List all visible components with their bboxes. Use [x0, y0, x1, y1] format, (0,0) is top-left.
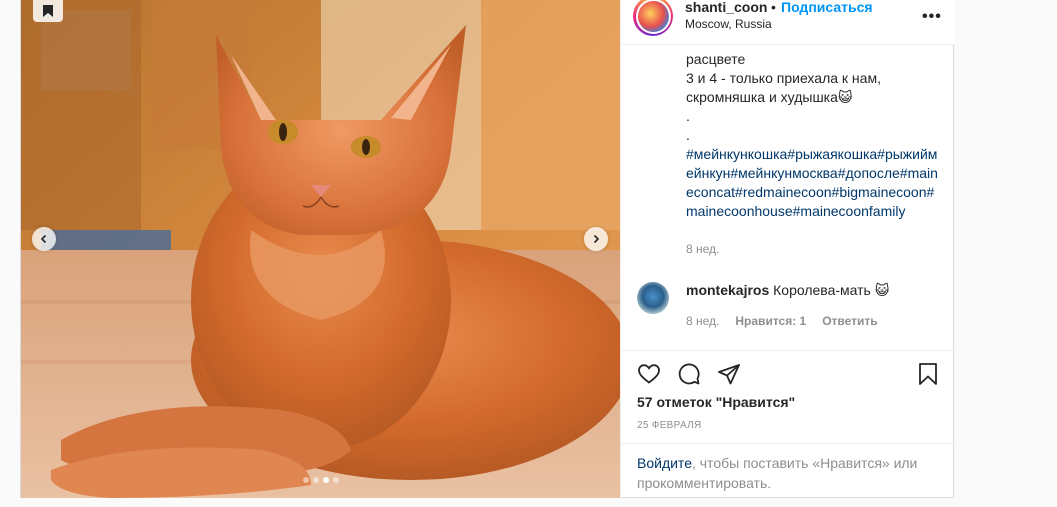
author-avatar[interactable] — [633, 0, 673, 36]
comment-icon — [678, 363, 700, 385]
comment-meta: 8 нед. Нравится: 1 Ответить — [686, 314, 878, 328]
share-icon — [718, 364, 740, 385]
separator-dot: • — [771, 0, 776, 15]
like-button[interactable] — [637, 362, 663, 388]
comment-button[interactable] — [677, 362, 703, 388]
login-prompt: Войдите, чтобы поставить «Нравится» или … — [621, 443, 955, 498]
carousel-dot-active — [323, 477, 329, 483]
reply-button[interactable]: Ответить — [822, 314, 877, 328]
post-photo[interactable] — [21, 0, 620, 498]
commenter-avatar[interactable] — [637, 282, 669, 314]
caption-line: скромняшка и худышка😺 — [686, 89, 853, 105]
carousel-dot — [303, 477, 309, 483]
action-bar — [621, 350, 955, 394]
post-side-panel: shanti_coon • Подписаться Moscow, Russia… — [620, 0, 955, 498]
bookmark-badge-icon — [43, 5, 53, 17]
comment-likes[interactable]: Нравится: 1 — [735, 314, 806, 328]
login-link[interactable]: Войдите — [637, 455, 692, 471]
comment: montekajros Королева-мать 😺 — [686, 282, 889, 299]
post-container: shanti_coon • Подписаться Moscow, Russia… — [20, 0, 955, 498]
more-icon: ••• — [922, 8, 942, 25]
chevron-left-icon — [40, 234, 47, 244]
caption-line: расцвете — [686, 51, 746, 67]
caption-line: . — [686, 108, 690, 124]
caption-line: 3 и 4 - только приехала к нам, — [686, 70, 881, 86]
post-location[interactable]: Moscow, Russia — [685, 17, 772, 31]
carousel-dot — [313, 477, 319, 483]
comment-timestamp: 8 нед. — [686, 314, 720, 328]
saved-badge — [33, 0, 63, 22]
caption-hashtags[interactable]: #мейнкункошка#рыжаякошка#рыжиймейнкун#ме… — [686, 145, 942, 221]
carousel-indicator — [303, 477, 339, 483]
more-options-button[interactable]: ••• — [922, 8, 942, 26]
follow-button[interactable]: Подписаться — [781, 0, 873, 15]
comment-username[interactable]: montekajros — [686, 282, 769, 298]
likes-count[interactable]: 57 отметок "Нравится" — [637, 394, 795, 410]
share-button[interactable] — [717, 362, 743, 388]
caption-timestamp: 8 нед. — [686, 242, 720, 256]
post-caption: расцвете 3 и 4 - только приехала к нам, … — [686, 50, 942, 221]
heart-icon — [638, 364, 660, 384]
caption-line: . — [686, 127, 690, 143]
save-button[interactable] — [916, 362, 942, 388]
next-slide-button[interactable] — [584, 227, 608, 251]
comment-body: Королева-мать 😺 — [773, 282, 890, 298]
comments-section[interactable]: расцвете 3 и 4 - только приехала к нам, … — [621, 44, 955, 351]
previous-slide-button[interactable] — [32, 227, 56, 251]
cat-photo — [21, 0, 620, 498]
avatar-image — [637, 0, 669, 32]
carousel-dot — [333, 477, 339, 483]
bookmark-icon — [919, 363, 937, 385]
post-date[interactable]: 25 ФЕВРАЛЯ — [637, 420, 702, 431]
author-username[interactable]: shanti_coon — [685, 0, 767, 15]
avatar-frame — [635, 0, 671, 34]
chevron-right-icon — [593, 234, 600, 244]
post-header: shanti_coon • Подписаться Moscow, Russia… — [621, 0, 955, 45]
